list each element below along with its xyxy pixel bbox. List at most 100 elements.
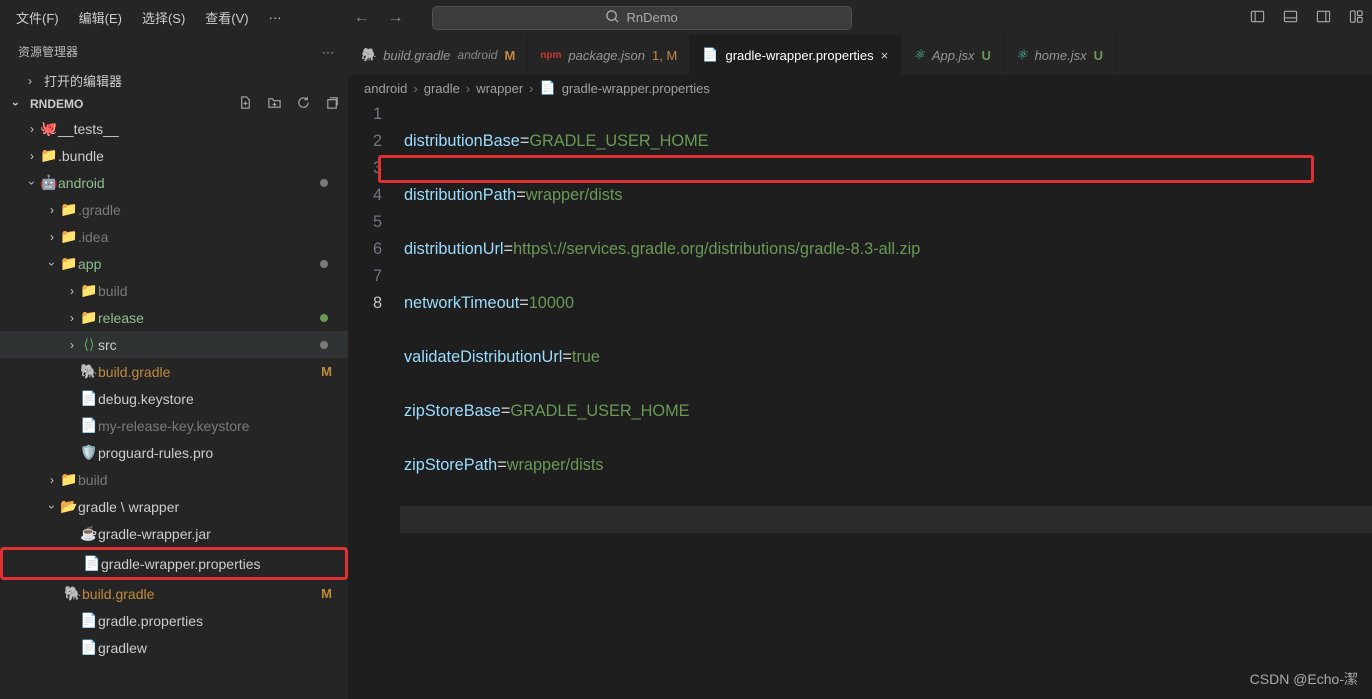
tree-folder-android[interactable]: ›🤖android <box>0 169 348 196</box>
tree-folder-gradle-wrapper[interactable]: ›📂gradle \ wrapper <box>0 493 348 520</box>
collapse-all-icon[interactable] <box>325 95 340 113</box>
tree-folder-src[interactable]: ›⟨⟩src <box>0 331 348 358</box>
nav-forward-icon[interactable]: → <box>388 9 404 27</box>
gradle-icon: 🐘 <box>64 585 82 602</box>
tree-file-gradle-wrapper-jar[interactable]: ☕gradle-wrapper.jar <box>0 520 348 547</box>
project-root[interactable]: › RNDEMO <box>0 93 348 115</box>
file-icon: 📄 <box>80 612 98 629</box>
modified-dot-icon <box>320 341 328 349</box>
menu-select[interactable]: 选择(S) <box>134 4 193 31</box>
tree-file-debug-keystore[interactable]: 📄debug.keystore <box>0 385 348 412</box>
code-folder-icon: ⟨⟩ <box>80 336 98 353</box>
tree-folder-build2[interactable]: ›📁build <box>0 466 348 493</box>
sidebar: 资源管理器 ··· › 打开的编辑器 › RNDEMO ›🐙__tests__ … <box>0 35 348 699</box>
tab-package-json[interactable]: npmpackage.json1, M <box>528 35 690 75</box>
tree-folder-idea[interactable]: ›📁.idea <box>0 223 348 250</box>
layout-sidebar-right-icon[interactable] <box>1316 9 1331 27</box>
breadcrumb-seg[interactable]: wrapper <box>476 81 523 96</box>
status-badge: 1, M <box>652 48 677 63</box>
nav-arrows: ← → <box>354 9 404 27</box>
modified-badge: M <box>504 48 515 63</box>
tree-file-gradlew[interactable]: 📄gradlew <box>0 634 348 661</box>
tree-folder-bundle[interactable]: ›📁.bundle <box>0 142 348 169</box>
file-icon: 📄 <box>80 639 98 656</box>
gradle-icon: 🐘 <box>80 363 98 380</box>
tab-home-jsx[interactable]: ⚛home.jsxU <box>1004 35 1116 75</box>
file-icon: 📄 <box>83 555 101 572</box>
proguard-icon: 🛡️ <box>80 444 98 461</box>
file-icon: 📄 <box>80 417 98 434</box>
breadcrumb-seg[interactable]: android <box>364 81 407 96</box>
nav-back-icon[interactable]: ← <box>354 9 370 27</box>
line-gutter: 1 2 3 4 5 6 7 8 <box>348 101 404 699</box>
react-icon: ⚛ <box>913 47 925 63</box>
modified-dot-icon <box>320 260 328 268</box>
tree-file-gradle-properties[interactable]: 📄gradle.properties <box>0 607 348 634</box>
file-icon: 📄 <box>702 47 718 63</box>
tree-folder-release[interactable]: ›📁release <box>0 304 348 331</box>
react-icon: ⚛ <box>1016 47 1028 63</box>
folder-icon: 📁 <box>40 147 58 164</box>
file-icon: 📄 <box>80 390 98 407</box>
android-icon: 🤖 <box>40 174 58 191</box>
tree-file-gradle-wrapper-properties[interactable]: 📄gradle-wrapper.properties <box>3 550 345 577</box>
layout-icons <box>1250 9 1364 27</box>
refresh-icon[interactable] <box>296 95 311 113</box>
breadcrumb[interactable]: android› gradle› wrapper› 📄 gradle-wrapp… <box>348 75 1372 101</box>
tab-bar: 🐘build.gradleandroidM npmpackage.json1, … <box>348 35 1372 75</box>
folder-icon: 📁 <box>60 471 78 488</box>
code-lines: distributionBase=GRADLE_USER_HOME distri… <box>404 101 1372 699</box>
menu-edit[interactable]: 编辑(E) <box>71 4 130 31</box>
tree-file-proguard[interactable]: 🛡️proguard-rules.pro <box>0 439 348 466</box>
code-editor[interactable]: 1 2 3 4 5 6 7 8 distributionBase=GRADLE_… <box>348 101 1372 699</box>
layout-customize-icon[interactable] <box>1349 9 1364 27</box>
search-placeholder: RnDemo <box>626 10 677 25</box>
tab-gradle-wrapper-properties[interactable]: 📄gradle-wrapper.properties× <box>690 35 901 75</box>
folder-icon: 🐙 <box>40 120 58 137</box>
tab-app-jsx[interactable]: ⚛App.jsxU <box>901 35 1004 75</box>
gradle-icon: 🐘 <box>360 47 376 63</box>
tree-file-build-gradle[interactable]: 🐘build.gradleM <box>0 358 348 385</box>
highlight-annotation <box>378 155 1314 183</box>
menu-more[interactable]: ··· <box>261 6 290 29</box>
folder-icon: 📁 <box>80 309 98 326</box>
modified-dot-icon <box>320 314 328 322</box>
new-folder-icon[interactable] <box>267 95 282 113</box>
project-name: RNDEMO <box>30 97 83 111</box>
tree-file-build-gradle2[interactable]: 🐘build.gradleM <box>0 580 348 607</box>
explorer-header: 资源管理器 ··· <box>0 35 348 68</box>
titlebar: 文件(F) 编辑(E) 选择(S) 查看(V) ··· ← → RnDemo <box>0 0 1372 35</box>
watermark: CSDN @Echo-潔 <box>1250 669 1358 689</box>
open-editors-section[interactable]: › 打开的编辑器 <box>0 68 348 93</box>
tree-folder-build[interactable]: ›📁build <box>0 277 348 304</box>
explorer-title: 资源管理器 <box>18 43 78 60</box>
close-icon[interactable]: × <box>881 48 889 63</box>
menu-file[interactable]: 文件(F) <box>8 4 67 31</box>
editor-area: 🐘build.gradleandroidM npmpackage.json1, … <box>348 35 1372 699</box>
modified-badge: M <box>321 364 332 379</box>
modified-badge: M <box>321 586 332 601</box>
layout-panel-bottom-icon[interactable] <box>1283 9 1298 27</box>
layout-sidebar-left-icon[interactable] <box>1250 9 1265 27</box>
folder-icon: 📁 <box>60 228 78 245</box>
tree-folder-app[interactable]: ›📁app <box>0 250 348 277</box>
search-box[interactable]: RnDemo <box>432 6 852 30</box>
file-icon: 📄 <box>540 80 556 96</box>
folder-icon: 📁 <box>80 282 98 299</box>
folder-icon: 📁 <box>60 201 78 218</box>
new-file-icon[interactable] <box>238 95 253 113</box>
untracked-badge: U <box>982 48 991 63</box>
java-icon: ☕ <box>80 525 98 542</box>
modified-dot-icon <box>320 179 328 187</box>
breadcrumb-seg[interactable]: gradle <box>424 81 460 96</box>
breadcrumb-seg[interactable]: gradle-wrapper.properties <box>562 81 710 96</box>
folder-icon: 📁 <box>60 255 78 272</box>
tree-folder-gradle[interactable]: ›📁.gradle <box>0 196 348 223</box>
open-editors-label: 打开的编辑器 <box>44 71 122 90</box>
tree-folder-tests[interactable]: ›🐙__tests__ <box>0 115 348 142</box>
tab-build-gradle[interactable]: 🐘build.gradleandroidM <box>348 35 528 75</box>
more-actions-icon[interactable]: ··· <box>322 45 334 59</box>
highlight-annotation: 📄gradle-wrapper.properties <box>0 547 348 580</box>
tree-file-release-keystore[interactable]: 📄my-release-key.keystore <box>0 412 348 439</box>
menu-view[interactable]: 查看(V) <box>197 4 256 31</box>
